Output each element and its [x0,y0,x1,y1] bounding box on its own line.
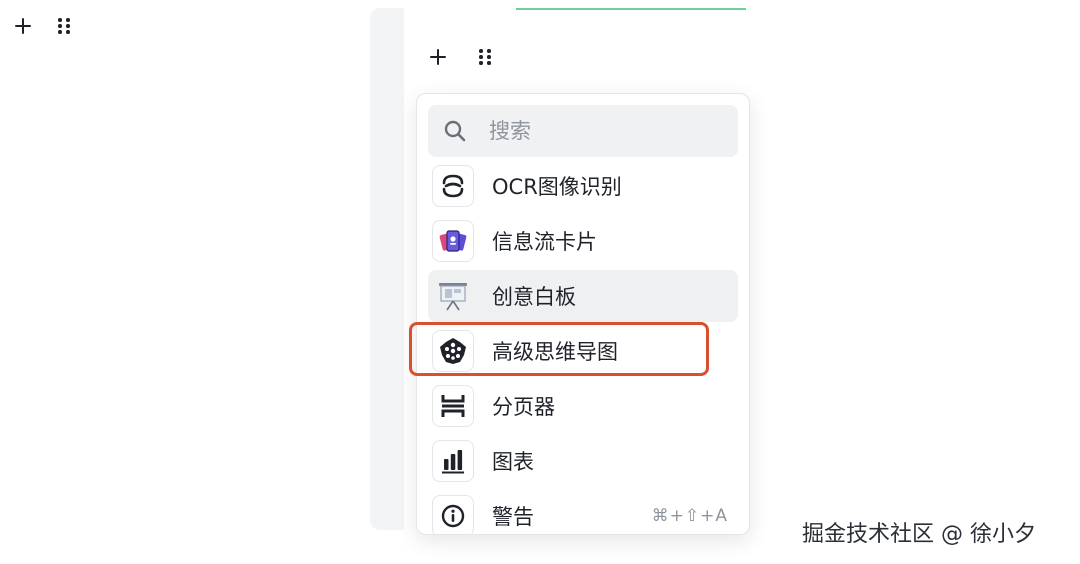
menu-item-label: 分页器 [492,395,555,419]
menu-item-feed-card[interactable]: 信息流卡片 [428,215,738,267]
editor-drag-handle-icon[interactable] [476,46,494,68]
search-box[interactable] [428,105,738,157]
highlight-box [409,322,709,376]
add-block-button[interactable] [12,15,34,37]
menu-item-label: 图表 [492,450,534,474]
search-icon [444,120,466,142]
editor-add-block-button[interactable] [427,46,449,68]
shortcut-hint: ⌘+⇧+A [651,506,728,526]
insert-block-menu: OCR图像识别 信息流卡片 创意白板 [416,93,750,535]
menu-item-chart[interactable]: 图表 [428,435,738,487]
drag-handle-icon[interactable] [55,15,73,37]
menu-item-whiteboard[interactable]: 创意白板 [428,270,738,322]
chart-icon [432,440,474,482]
menu-item-alert[interactable]: 警告 ⌘+⇧+A [428,490,738,534]
menu-item-ocr[interactable]: OCR图像识别 [428,160,738,212]
menu-item-paginator[interactable]: 分页器 [428,380,738,432]
menu-item-label: 信息流卡片 [492,230,597,254]
paginator-icon [432,385,474,427]
alert-icon [432,495,474,534]
watermark: 掘金技术社区 @ 徐小夕 [802,522,1036,547]
ocr-icon [432,165,474,207]
menu-item-label: OCR图像识别 [492,175,622,199]
whiteboard-icon [432,275,474,317]
menu-item-label: 创意白板 [492,285,576,309]
search-input[interactable] [487,118,711,144]
feed-card-icon [432,220,474,262]
menu-item-label: 警告 [492,505,534,529]
green-divider [516,8,746,10]
